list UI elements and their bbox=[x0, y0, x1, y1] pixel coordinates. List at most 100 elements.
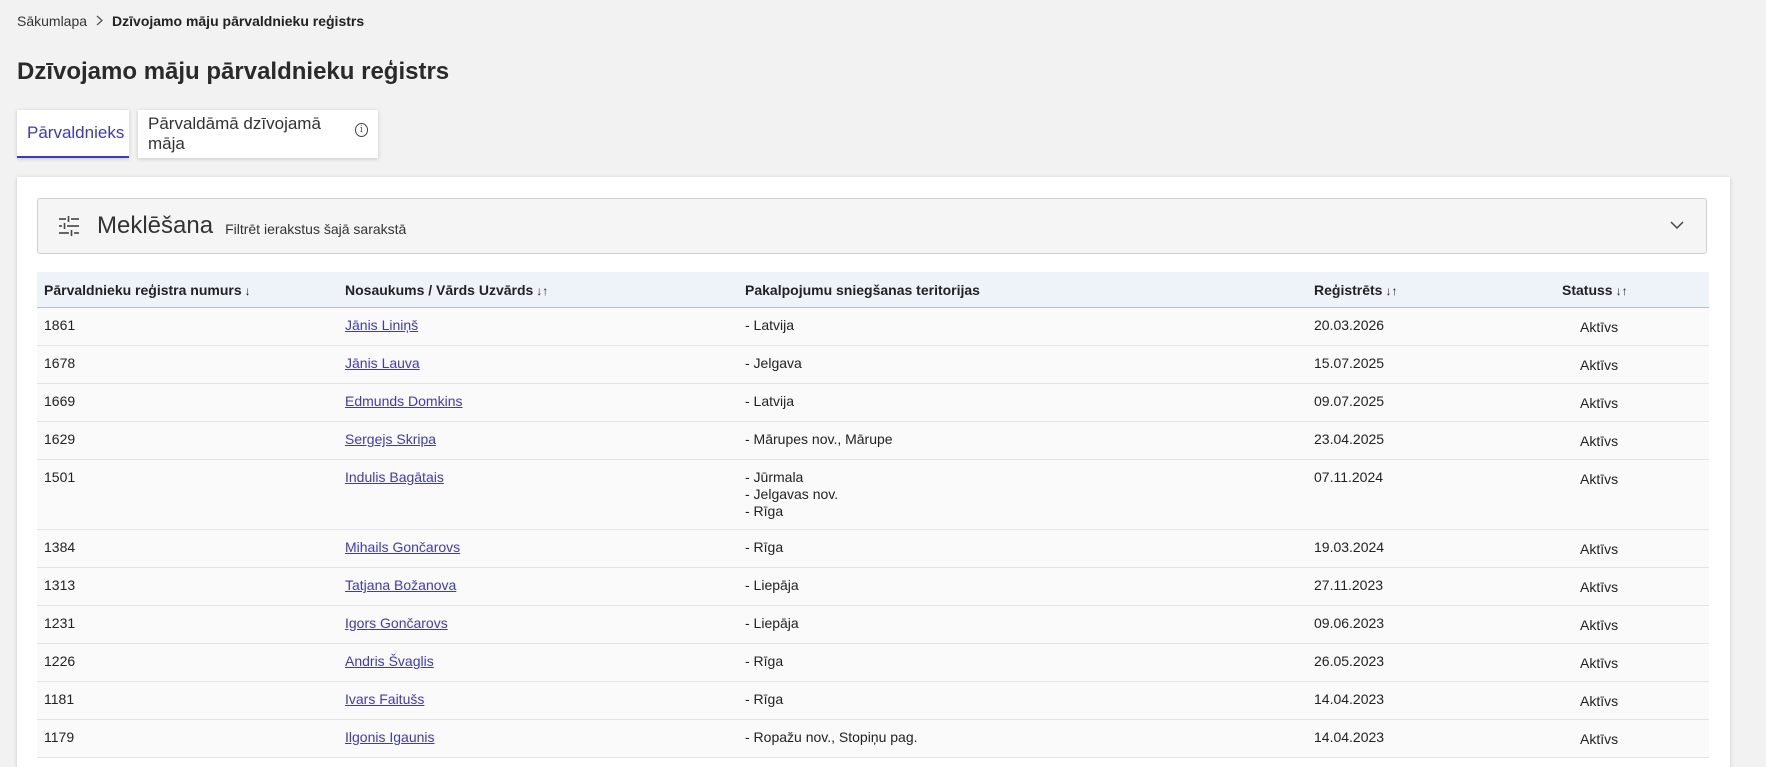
table-row: 1629 Sergejs Skripa - Mārupes nov., Mārupe… bbox=[37, 421, 1709, 460]
cell-register-number: 1181 bbox=[37, 681, 338, 720]
manager-name-link[interactable]: Jānis Lauva bbox=[345, 355, 420, 371]
territory-item: - Rīga bbox=[745, 691, 784, 707]
cell-territory: - Latvija bbox=[738, 307, 1307, 346]
header-label: Reģistrēts bbox=[1314, 281, 1383, 298]
header-register-number[interactable]: Pārvaldnieku reģistra numurs ↓ bbox=[37, 272, 338, 308]
cell-registered: 26.05.2023 bbox=[1307, 643, 1562, 682]
cell-status: Aktīvs bbox=[1562, 307, 1709, 346]
cell-name: Andris Švaglis bbox=[338, 643, 738, 682]
cell-register-number: 1384 bbox=[37, 529, 338, 568]
territory-item: - Liepāja bbox=[745, 577, 799, 593]
territory-item: - Jūrmala bbox=[745, 469, 804, 485]
cell-register-number: 1861 bbox=[37, 307, 338, 346]
cell-status: Aktīvs bbox=[1562, 345, 1709, 384]
tab-parvaldama-maja[interactable]: Pārvaldāmā dzīvojamā māja i bbox=[138, 110, 378, 158]
manager-name-link[interactable]: Ilgonis Igaunis bbox=[345, 729, 435, 745]
search-panel-toggle[interactable]: Meklēšana Filtrēt ierakstus šajā sarakst… bbox=[37, 198, 1707, 254]
territory-item: - Ropažu nov., Stopiņu pag. bbox=[745, 729, 918, 745]
cell-registered: 15.07.2025 bbox=[1307, 345, 1562, 384]
breadcrumb: Sākumlapa Dzīvojamo māju pārvaldnieku re… bbox=[17, 13, 364, 29]
header-territory: Pakalpojumu sniegšanas teritorijas bbox=[738, 272, 1307, 308]
cell-registered: 20.03.2026 bbox=[1307, 307, 1562, 346]
cell-status: Aktīvs bbox=[1562, 529, 1709, 568]
cell-territory: - Mārupes nov., Mārupe bbox=[738, 421, 1307, 460]
cell-status: Aktīvs bbox=[1562, 459, 1709, 530]
cell-registered: 14.04.2023 bbox=[1307, 681, 1562, 720]
manager-name-link[interactable]: Tatjana Božanova bbox=[345, 577, 456, 593]
cell-territory: - Rīga bbox=[738, 643, 1307, 682]
cell-registered: 23.04.2025 bbox=[1307, 421, 1562, 460]
header-label: Nosaukums / Vārds Uzvārds bbox=[345, 281, 534, 298]
cell-registered: 09.07.2025 bbox=[1307, 383, 1562, 422]
cell-register-number: 1231 bbox=[37, 605, 338, 644]
results-card: Meklēšana Filtrēt ierakstus šajā sarakst… bbox=[17, 177, 1730, 767]
manager-name-link[interactable]: Ivars Faitušs bbox=[345, 691, 424, 707]
table-row: 1384 Mihails Gončarovs - Rīga 19.03.2024 Akt… bbox=[37, 529, 1709, 568]
cell-name: Edmunds Domkins bbox=[338, 383, 738, 422]
table-row: 1861 Jānis Liniņš - Latvija 20.03.2026 Aktīv… bbox=[37, 307, 1709, 346]
chevron-right-icon bbox=[96, 14, 104, 29]
table-row: 1231 Igors Gončarovs - Liepāja 09.06.2023 Ak… bbox=[37, 605, 1709, 644]
cell-name: Tatjana Božanova bbox=[338, 567, 738, 606]
sort-icon: ↓ bbox=[244, 283, 251, 298]
manager-name-link[interactable]: Mihails Gončarovs bbox=[345, 539, 460, 555]
breadcrumb-home-link[interactable]: Sākumlapa bbox=[17, 13, 87, 29]
header-label: Pārvaldnieku reģistra numurs bbox=[44, 281, 242, 298]
search-subtitle: Filtrēt ierakstus šajā sarakstā bbox=[225, 221, 407, 237]
header-registered[interactable]: Reģistrēts ↓↑ bbox=[1307, 272, 1562, 308]
cell-status: Aktīvs bbox=[1562, 643, 1709, 682]
cell-status: Aktīvs bbox=[1562, 605, 1709, 644]
cell-territory: - Liepāja bbox=[738, 605, 1307, 644]
filter-sliders-icon bbox=[59, 216, 79, 236]
tab-parvaldnieks[interactable]: Pārvaldnieks bbox=[17, 110, 129, 158]
cell-register-number: 1669 bbox=[37, 383, 338, 422]
header-label: Pakalpojumu sniegšanas teritorijas bbox=[745, 281, 980, 298]
cell-name: Jānis Lauva bbox=[338, 345, 738, 384]
register-table: Pārvaldnieku reģistra numurs ↓ Nosaukums … bbox=[37, 272, 1709, 758]
manager-name-link[interactable]: Sergejs Skripa bbox=[345, 431, 436, 447]
table-row: 1181 Ivars Faitušs - Rīga 14.04.2023 Aktīvs bbox=[37, 681, 1709, 720]
cell-territory: - Jelgava bbox=[738, 345, 1307, 384]
tab-bar: Pārvaldnieks Pārvaldāmā dzīvojamā māja i bbox=[17, 110, 378, 158]
cell-registered: 09.06.2023 bbox=[1307, 605, 1562, 644]
table-row: 1501 Indulis Bagātais - Jūrmala - Jelgavas … bbox=[37, 459, 1709, 530]
territory-item: - Rīga bbox=[745, 653, 784, 669]
tab-label: Pārvaldnieks bbox=[27, 123, 125, 142]
cell-name: Indulis Bagātais bbox=[338, 459, 738, 530]
search-title: Meklēšana bbox=[97, 212, 214, 239]
cell-territory: - Jūrmala - Jelgavas nov. - Rīga bbox=[738, 459, 1307, 530]
cell-status: Aktīvs bbox=[1562, 719, 1709, 758]
cell-register-number: 1629 bbox=[37, 421, 338, 460]
cell-name: Jānis Liniņš bbox=[338, 307, 738, 346]
cell-registered: 27.11.2023 bbox=[1307, 567, 1562, 606]
cell-territory: - Latvija bbox=[738, 383, 1307, 422]
manager-name-link[interactable]: Indulis Bagātais bbox=[345, 469, 444, 485]
sort-icon: ↓↑ bbox=[1615, 283, 1628, 298]
chevron-down-icon[interactable] bbox=[1670, 218, 1684, 232]
header-name[interactable]: Nosaukums / Vārds Uzvārds ↓↑ bbox=[338, 272, 738, 308]
territory-item: - Latvija bbox=[745, 393, 795, 409]
tab-label: Pārvaldāmā dzīvojamā māja bbox=[148, 114, 321, 153]
cell-territory: - Liepāja bbox=[738, 567, 1307, 606]
territory-item: - Jelgava bbox=[745, 355, 802, 371]
territory-item: - Rīga bbox=[745, 503, 784, 519]
manager-name-link[interactable]: Jānis Liniņš bbox=[345, 317, 418, 333]
cell-register-number: 1678 bbox=[37, 345, 338, 384]
sort-icon: ↓↑ bbox=[1385, 283, 1398, 298]
territory-item: - Latvija bbox=[745, 317, 795, 333]
info-icon[interactable]: i bbox=[354, 123, 368, 137]
table-row: 1226 Andris Švaglis - Rīga 26.05.2023 Aktīvs bbox=[37, 643, 1709, 682]
table-row: 1313 Tatjana Božanova - Liepāja 27.11.2023 A… bbox=[37, 567, 1709, 606]
manager-name-link[interactable]: Edmunds Domkins bbox=[345, 393, 463, 409]
manager-name-link[interactable]: Andris Švaglis bbox=[345, 653, 434, 669]
header-status[interactable]: Statuss ↓↑ bbox=[1562, 272, 1709, 308]
table-row: 1678 Jānis Lauva - Jelgava 15.07.2025 Aktīvs bbox=[37, 345, 1709, 384]
header-label: Statuss bbox=[1562, 281, 1613, 298]
cell-status: Aktīvs bbox=[1562, 421, 1709, 460]
territory-item: - Jelgavas nov. bbox=[745, 486, 839, 502]
breadcrumb-current: Dzīvojamo māju pārvaldnieku reģistrs bbox=[112, 13, 365, 29]
manager-name-link[interactable]: Igors Gončarovs bbox=[345, 615, 448, 631]
table-row: 1669 Edmunds Domkins - Latvija 09.07.2025 Ak… bbox=[37, 383, 1709, 422]
cell-registered: 07.11.2024 bbox=[1307, 459, 1562, 530]
territory-item: - Mārupes nov., Mārupe bbox=[745, 431, 893, 447]
